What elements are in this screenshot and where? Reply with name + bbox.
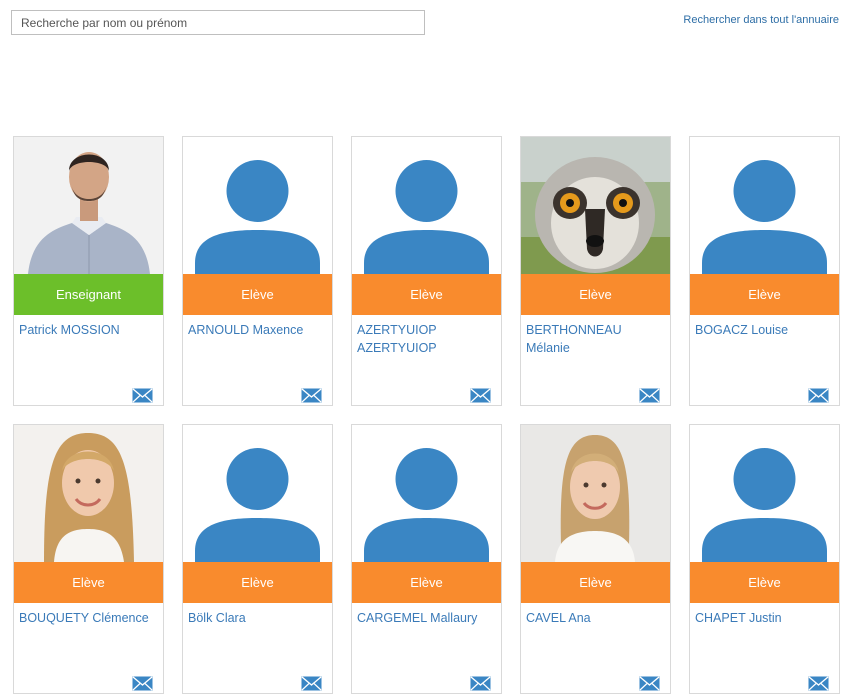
- girl-photo: [14, 425, 163, 562]
- default-avatar-icon: [183, 137, 332, 274]
- search-directory-link[interactable]: Rechercher dans tout l'annuaire: [683, 14, 839, 26]
- mail-icon[interactable]: [301, 388, 322, 403]
- mail-icon[interactable]: [470, 388, 491, 403]
- default-avatar-icon: [690, 425, 839, 562]
- role-badge-student: Elève: [14, 562, 163, 603]
- mail-icon[interactable]: [470, 676, 491, 691]
- role-badge-student: Elève: [183, 274, 332, 315]
- girl-photo: [521, 425, 670, 562]
- default-avatar-icon: [690, 137, 839, 274]
- person-name-link[interactable]: Bölk Clara: [188, 609, 326, 627]
- role-badge-teacher: Enseignant: [14, 274, 163, 315]
- person-name-link[interactable]: CHAPET Justin: [695, 609, 833, 627]
- default-avatar-icon: [183, 425, 332, 562]
- person-name-link[interactable]: BOUQUETY Clémence: [19, 609, 157, 627]
- person-name-link[interactable]: BOGACZ Louise: [695, 321, 833, 339]
- person-card[interactable]: Elève ARNOULD Maxence: [182, 136, 333, 406]
- person-card[interactable]: Elève BOGACZ Louise: [689, 136, 840, 406]
- role-badge-student: Elève: [690, 562, 839, 603]
- person-card[interactable]: Elève AZERTYUIOP AZERTYUIOP: [351, 136, 502, 406]
- mail-icon[interactable]: [639, 676, 660, 691]
- role-badge-student: Elève: [352, 274, 501, 315]
- person-card[interactable]: Enseignant Patrick MOSSION: [13, 136, 164, 406]
- mail-icon[interactable]: [808, 388, 829, 403]
- person-card[interactable]: Elève CARGEMEL Mallaury: [351, 424, 502, 694]
- mail-icon[interactable]: [808, 676, 829, 691]
- default-avatar-icon: [352, 425, 501, 562]
- role-badge-student: Elève: [690, 274, 839, 315]
- mail-icon[interactable]: [132, 676, 153, 691]
- search-input[interactable]: [11, 10, 425, 35]
- person-name-link[interactable]: AZERTYUIOP AZERTYUIOP: [357, 321, 495, 357]
- role-badge-student: Elève: [183, 562, 332, 603]
- role-badge-student: Elève: [352, 562, 501, 603]
- person-name-link[interactable]: CAVEL Ana: [526, 609, 664, 627]
- person-name-link[interactable]: Patrick MOSSION: [19, 321, 157, 339]
- mail-icon[interactable]: [132, 388, 153, 403]
- mail-icon[interactable]: [639, 388, 660, 403]
- role-badge-student: Elève: [521, 274, 670, 315]
- person-card[interactable]: Elève Bölk Clara: [182, 424, 333, 694]
- person-card[interactable]: Elève CHAPET Justin: [689, 424, 840, 694]
- people-grid: Enseignant Patrick MOSSION Elève ARNOULD…: [13, 136, 840, 694]
- person-card[interactable]: Elève CAVEL Ana: [520, 424, 671, 694]
- role-badge-student: Elève: [521, 562, 670, 603]
- man-photo: [14, 137, 163, 274]
- person-card[interactable]: Elève BOUQUETY Clémence: [13, 424, 164, 694]
- person-card[interactable]: Elève BERTHONNEAU Mélanie: [520, 136, 671, 406]
- lemur-photo: [521, 137, 670, 274]
- person-name-link[interactable]: CARGEMEL Mallaury: [357, 609, 495, 627]
- person-name-link[interactable]: BERTHONNEAU Mélanie: [526, 321, 664, 357]
- person-name-link[interactable]: ARNOULD Maxence: [188, 321, 326, 339]
- default-avatar-icon: [352, 137, 501, 274]
- mail-icon[interactable]: [301, 676, 322, 691]
